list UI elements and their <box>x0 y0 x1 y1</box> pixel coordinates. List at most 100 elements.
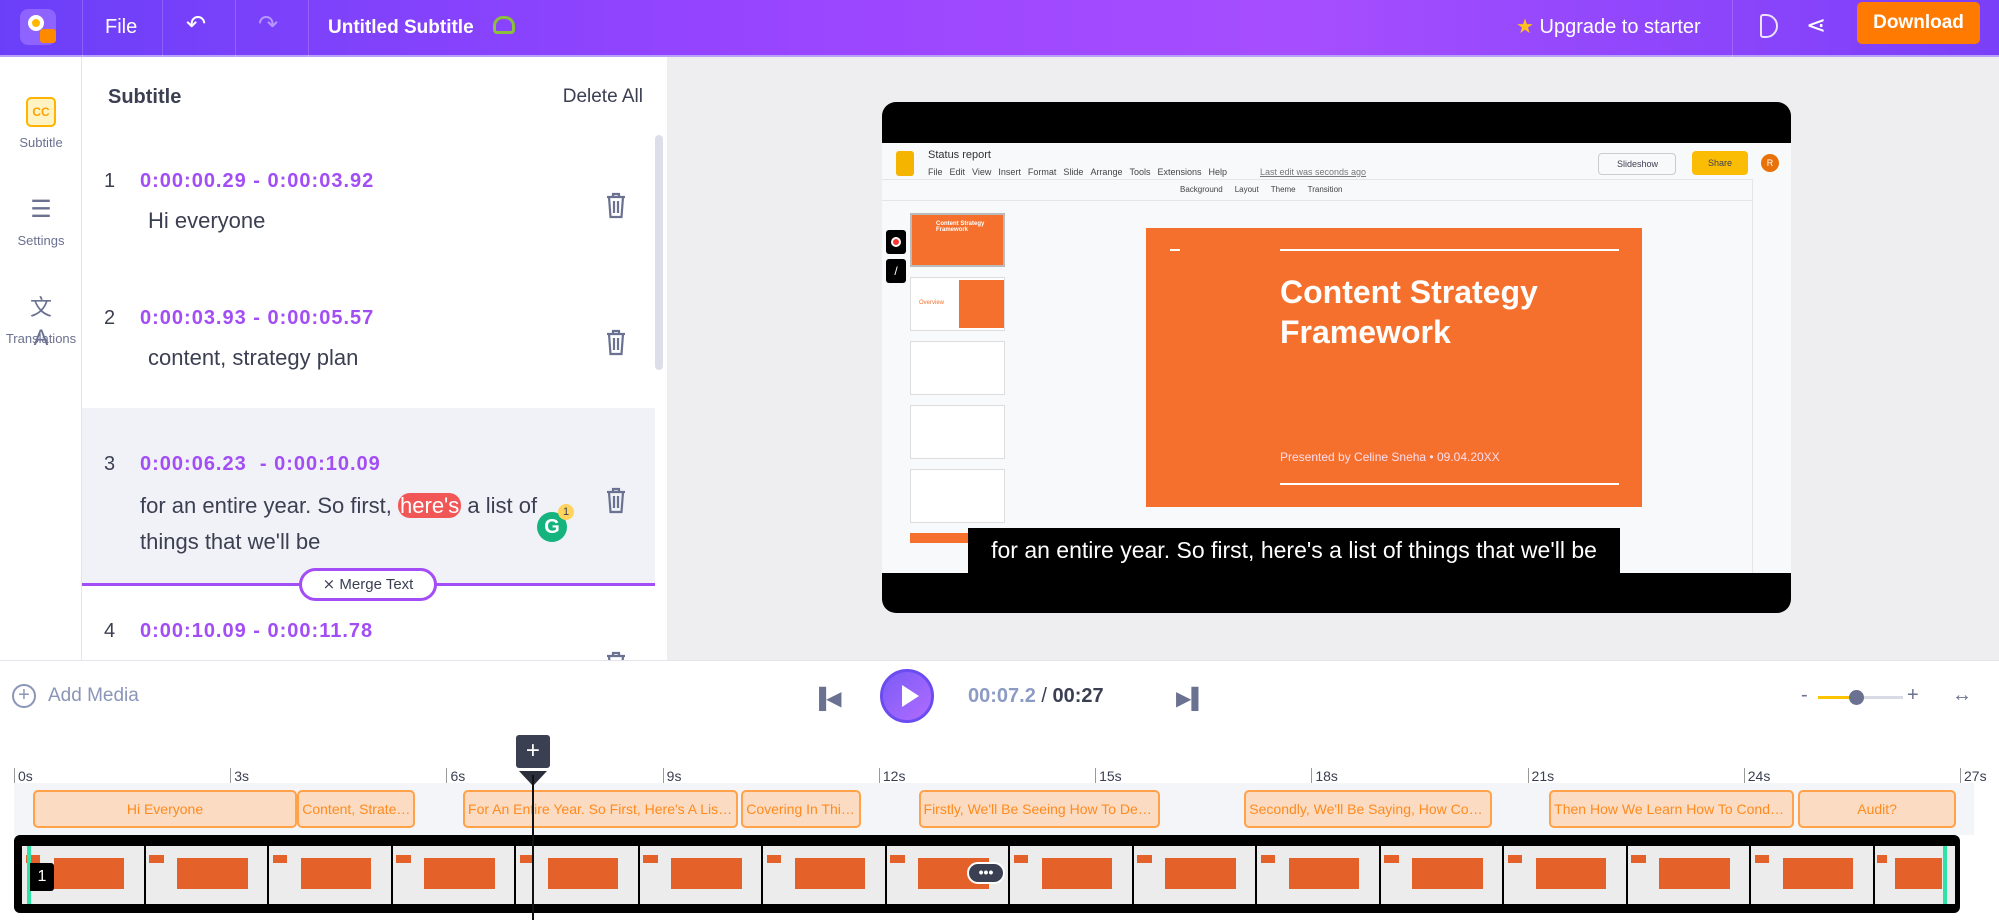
caption-block[interactable]: Hi Everyone <box>33 790 297 828</box>
slides-toolbar: Background Layout Theme Transition <box>882 179 1752 201</box>
play-button[interactable] <box>880 669 934 723</box>
slides-menu-item: Help <box>1208 167 1228 177</box>
caption-overlay: for an entire year. So first, here's a l… <box>968 528 1620 573</box>
video-thumbnail <box>1131 846 1255 904</box>
slides-toolbar-item: Background <box>1180 185 1223 194</box>
slides-menu-item: Arrange <box>1090 167 1123 177</box>
video-thumbnail <box>390 846 514 904</box>
star-icon: ★ <box>1516 16 1534 38</box>
slides-toolbar-item: Layout <box>1234 185 1259 194</box>
subtitle-item[interactable]: 1 0:00:00.29 - 0:00:03.92 Hi everyone <box>82 157 652 292</box>
zoom-out-button[interactable]: - <box>1801 684 1808 707</box>
caption-block[interactable]: Then How We Learn How To Conduct A ... <box>1549 790 1795 828</box>
subtitle-item[interactable]: 4 0:00:10.09 - 0:00:11.78 <box>82 602 652 660</box>
file-menu[interactable]: File <box>105 16 137 39</box>
video-thumbnail <box>1502 846 1626 904</box>
subtitle-item-active[interactable]: 3 0:00:06.23 - 0:00:10.09 for an entire … <box>82 408 655 584</box>
slides-menu-item: Tools <box>1129 167 1151 177</box>
slides-menu-item: File <box>928 167 943 177</box>
pen-icon: / <box>886 259 906 283</box>
cloud-saved-icon <box>493 16 515 34</box>
caption-block[interactable]: Audit? <box>1797 790 1957 828</box>
zoom-in-button[interactable]: + <box>1907 684 1919 707</box>
time-range[interactable]: 0:00:03.93 - 0:00:05.57 <box>140 307 374 330</box>
slideshow-button: Slideshow <box>1598 153 1676 175</box>
slides-menu: File Edit View Insert Format Slide Arrange Tool… <box>928 167 1227 177</box>
play-icon <box>902 685 919 707</box>
share-button: Share <box>1692 151 1748 175</box>
skip-forward-icon[interactable]: ▶▌ <box>1176 686 1206 711</box>
left-rail: CC Subtitle ☰ Settings 文A Translations <box>0 57 82 660</box>
delete-all-button[interactable]: Delete All <box>563 86 643 108</box>
upgrade-link[interactable]: ★ Upgrade to starter <box>1516 14 1701 39</box>
subtitle-text[interactable]: content, strategy plan <box>148 340 358 376</box>
cc-icon: CC <box>26 97 56 127</box>
video-thumbnail <box>1625 846 1749 904</box>
slides-menu-item: View <box>972 167 992 177</box>
fit-timeline-icon[interactable]: ↔ <box>1952 684 1972 707</box>
caption-block[interactable]: Covering In This ... <box>741 790 861 828</box>
slides-menu-item: Extensions <box>1157 167 1202 177</box>
plus-circle-icon: + <box>12 684 36 708</box>
trash-icon[interactable] <box>604 191 628 219</box>
download-button[interactable]: Download <box>1857 2 1980 44</box>
video-thumbnail <box>637 846 761 904</box>
video-thumbnail <box>1378 846 1502 904</box>
merge-text-button[interactable]: ⨯ Merge Text <box>299 568 437 601</box>
video-thumbnail <box>761 846 885 904</box>
caption-block[interactable]: Firstly, We'll Be Seeing How To Define .… <box>918 790 1160 828</box>
preview-play-icon[interactable] <box>1760 14 1778 38</box>
video-player[interactable]: Status report File Edit View Insert Format Sl… <box>882 102 1791 613</box>
playhead-line <box>531 775 534 920</box>
video-thumbnail <box>1008 846 1132 904</box>
caption-block[interactable]: Content, Strategy... <box>297 790 416 828</box>
video-frame: Status report File Edit View Insert Format Sl… <box>882 143 1791 573</box>
slides-menu-item: Edit <box>949 167 966 177</box>
add-media-button[interactable]: + Add Media <box>12 684 139 708</box>
more-options-button[interactable]: ••• <box>967 862 1005 884</box>
trim-handle-end[interactable] <box>1943 846 1947 904</box>
slide: Content Strategy Framework Presented by … <box>1146 228 1642 507</box>
slides-menu-item: Slide <box>1063 167 1084 177</box>
top-bar: File ↶ ↷ Untitled Subtitle ★ Upgrade to … <box>0 0 1999 57</box>
zoom-slider[interactable] <box>1818 690 1903 705</box>
rail-item-subtitle[interactable]: CC Subtitle <box>0 97 82 150</box>
trash-icon[interactable] <box>604 328 628 356</box>
caption-block[interactable]: For An Entire Year. So First, Here's A L… <box>463 790 739 828</box>
sliders-icon: ☰ <box>30 196 52 223</box>
slides-logo <box>896 151 914 176</box>
video-thumbnail <box>143 846 267 904</box>
slides-toolbar-item: Transition <box>1307 185 1343 194</box>
share-icon[interactable]: ⋖ <box>1806 11 1826 40</box>
app-logo[interactable] <box>20 9 56 45</box>
scrollbar[interactable] <box>655 135 663 370</box>
playhead[interactable]: + <box>515 735 550 920</box>
translate-icon: 文A <box>29 295 52 350</box>
grammarly-badge: 1 <box>558 504 574 520</box>
current-time: 00:07.2 <box>968 685 1036 707</box>
trash-icon[interactable] <box>604 650 628 660</box>
subtitle-text[interactable]: for an entire year. So first, here's a l… <box>140 488 580 560</box>
project-title[interactable]: Untitled Subtitle <box>328 17 474 39</box>
total-time: 00:27 <box>1052 685 1104 707</box>
redo-icon[interactable]: ↷ <box>258 10 278 39</box>
time-range[interactable]: 0:00:00.29 - 0:00:03.92 <box>140 170 374 193</box>
track-number: 1 <box>30 863 54 891</box>
video-thumbnail <box>1255 846 1379 904</box>
time-range[interactable]: 0:00:10.09 - 0:00:11.78 <box>140 620 373 643</box>
skip-back-icon[interactable]: ▐◀ <box>812 686 842 711</box>
add-split-button[interactable]: + <box>515 735 550 768</box>
time-display: 00:07.2 / 00:27 <box>968 685 1104 707</box>
time-range[interactable]: 0:00:06.23 - 0:00:10.09 <box>140 453 381 476</box>
trash-icon[interactable] <box>604 486 628 514</box>
subtitle-text[interactable]: Hi everyone <box>148 203 265 239</box>
rail-item-settings[interactable]: ☰ Settings <box>0 195 82 248</box>
spelling-highlight[interactable]: here's <box>398 493 462 518</box>
subtitle-panel: Subtitle Delete All 1 0:00:00.29 - 0:00:… <box>82 57 667 660</box>
rail-item-translations[interactable]: 文A Translations <box>0 293 82 350</box>
slides-toolbar-item: Theme <box>1270 185 1296 194</box>
undo-icon[interactable]: ↶ <box>186 10 206 39</box>
merge-icon: ⨯ <box>322 576 340 593</box>
caption-block[interactable]: Secondly, We'll Be Saying, How Come T... <box>1244 790 1492 828</box>
slides-menu-item: Insert <box>998 167 1021 177</box>
